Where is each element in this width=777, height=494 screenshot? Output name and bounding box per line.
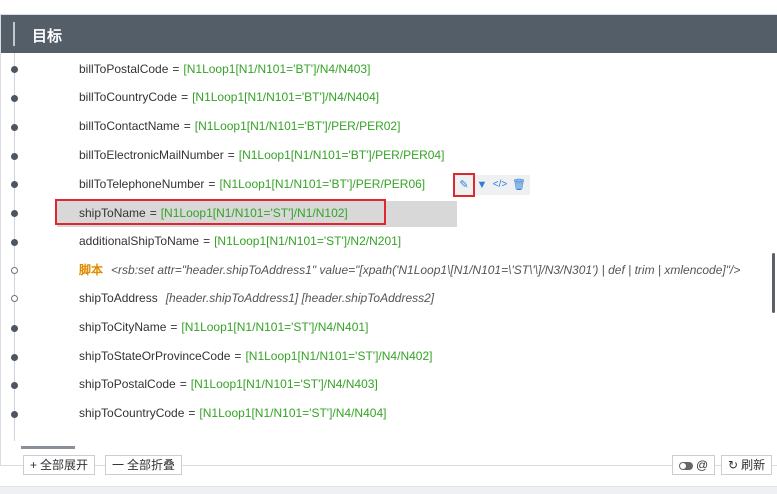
minus-icon: 一	[112, 458, 125, 472]
field-expression: [N1Loop1[N1/N101='ST']/N4/N402]	[245, 349, 433, 363]
field-expression: [N1Loop1[N1/N101='BT']/N4/N403]	[183, 62, 371, 76]
bottom-strip	[0, 486, 777, 494]
delete-icon[interactable]: 🗑	[511, 177, 527, 193]
script-row[interactable]: 脚本 <rsb:set attr="header.shipToAddress1" …	[79, 260, 740, 280]
mapping-row[interactable]: shipToCountryCode = [N1Loop1[N1/N101='ST']…	[79, 403, 386, 423]
tree-node[interactable]	[11, 382, 18, 389]
tree-node[interactable]	[11, 66, 18, 73]
field-name: billToCountryCode	[79, 90, 178, 104]
field-expression: [N1Loop1[N1/N101='ST']/N4/N404]	[199, 406, 387, 420]
equals-sign: =	[172, 62, 180, 76]
mapping-row[interactable]: shipToStateOrProvinceCode = [N1Loop1[N1/N1…	[79, 346, 432, 366]
field-expression: [N1Loop1[N1/N101='BT']/PER/PER02]	[194, 119, 401, 133]
equals-sign: =	[170, 320, 178, 334]
toggle-switch-icon	[679, 461, 693, 470]
script-text: <rsb:set attr="header.shipToAddress1" va…	[111, 263, 741, 277]
field-name: shipToCityName	[79, 320, 167, 334]
field-name: billToContactName	[79, 119, 180, 133]
collapse-all-label: 全部折叠	[127, 458, 176, 472]
toggle-button[interactable]: @	[672, 455, 716, 475]
mapping-row[interactable]: billToPostalCode = [N1Loop1[N1/N101='BT']/…	[79, 59, 370, 79]
code-icon[interactable]: </>	[492, 177, 508, 193]
tree-node-open[interactable]	[11, 267, 18, 274]
equals-sign: =	[183, 119, 191, 133]
tree-node[interactable]	[11, 153, 18, 160]
mapping-row[interactable]: shipToAddress [header.shipToAddress1] [he…	[79, 288, 434, 308]
mapping-row[interactable]: billToContactName = [N1Loop1[N1/N101='BT']…	[79, 116, 400, 136]
tree-node[interactable]	[11, 210, 18, 217]
mapping-row[interactable]: shipToPostalCode = [N1Loop1[N1/N101='ST']/…	[79, 374, 378, 394]
header-accent-bar	[13, 22, 15, 46]
tree-node[interactable]	[11, 124, 18, 131]
tree-node-open[interactable]	[11, 295, 18, 302]
refresh-icon: ↻	[728, 458, 739, 472]
toggle-at-label: @	[696, 458, 709, 472]
field-expression: [N1Loop1[N1/N101='BT']/PER/PER06]	[219, 177, 426, 191]
field-name: shipToCountryCode	[79, 406, 185, 420]
field-expression: [N1Loop1[N1/N101='BT']/PER/PER04]	[238, 148, 445, 162]
refresh-label: 刷新	[741, 458, 766, 472]
selected-row-annotation-box	[55, 199, 386, 225]
target-panel: 目标 billToPostalCode = [N1Loop1[N1/N101='BT…	[0, 14, 777, 475]
tree-node[interactable]	[11, 411, 18, 418]
equals-sign: =	[188, 406, 196, 420]
mapping-row[interactable]: additionalShipToName = [N1Loop1[N1/N101='S…	[79, 231, 401, 251]
field-name: shipToPostalCode	[79, 377, 176, 391]
plus-icon: +	[30, 458, 38, 472]
equals-sign: =	[181, 90, 189, 104]
collapse-all-button[interactable]: 一全部折叠	[105, 455, 183, 475]
field-name: shipToStateOrProvinceCode	[79, 349, 231, 363]
panel-footer: + 全部展开 一全部折叠 @ ↻ 刷新	[1, 447, 777, 481]
equals-sign: =	[179, 377, 187, 391]
tree-node[interactable]	[11, 239, 18, 246]
equals-sign: =	[227, 148, 235, 162]
expand-all-label: 全部展开	[40, 458, 89, 472]
refresh-button[interactable]: ↻ 刷新	[721, 455, 773, 475]
field-name: shipToAddress	[79, 291, 158, 305]
field-name: additionalShipToName	[79, 234, 200, 248]
field-address-template: [header.shipToAddress1] [header.shipToAd…	[165, 291, 435, 305]
field-expression: [N1Loop1[N1/N101='ST']/N4/N401]	[181, 320, 369, 334]
field-expression: [N1Loop1[N1/N101='ST']/N4/N403]	[190, 377, 378, 391]
field-expression: [N1Loop1[N1/N101='BT']/N4/N404]	[192, 90, 380, 104]
vertical-scrollbar[interactable]	[772, 253, 775, 313]
mapping-row[interactable]: shipToCityName = [N1Loop1[N1/N101='ST']/N4…	[79, 317, 368, 337]
script-keyword: 脚本	[79, 263, 104, 277]
tree-node[interactable]	[11, 95, 18, 102]
field-expression: [N1Loop1[N1/N101='ST']/N2/N201]	[214, 234, 402, 248]
field-name: billToElectronicMailNumber	[79, 148, 224, 162]
filter-icon[interactable]: ▼	[474, 177, 490, 193]
mapping-row[interactable]: billToTelephoneNumber = [N1Loop1[N1/N101='…	[79, 174, 425, 194]
equals-sign: =	[203, 234, 211, 248]
mapping-row[interactable]: billToCountryCode = [N1Loop1[N1/N101='BT']…	[79, 87, 379, 107]
mapping-row[interactable]: billToElectronicMailNumber = [N1Loop1[N1/N…	[79, 145, 444, 165]
expand-all-button[interactable]: + 全部展开	[23, 455, 96, 475]
equals-sign: =	[208, 177, 216, 191]
panel-header: 目标	[1, 15, 777, 53]
tree-node[interactable]	[11, 325, 18, 332]
equals-sign: =	[234, 349, 242, 363]
field-name: billToPostalCode	[79, 62, 169, 76]
field-name: billToTelephoneNumber	[79, 177, 205, 191]
tree-node[interactable]	[11, 181, 18, 188]
panel-title: 目标	[32, 28, 63, 45]
tree-node[interactable]	[11, 354, 18, 361]
edit-icon-annotation-box	[453, 173, 475, 197]
